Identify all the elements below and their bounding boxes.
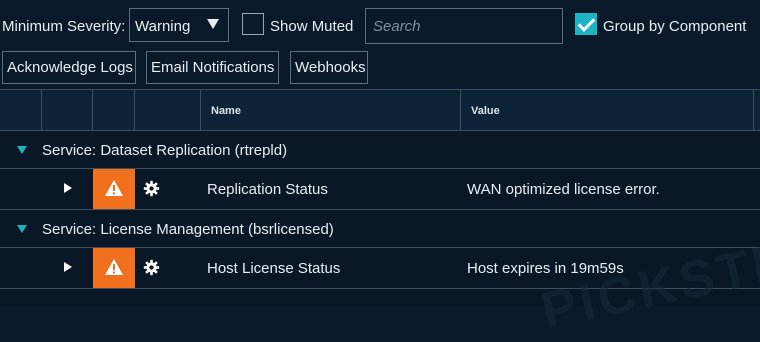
group-by-component-label: Group by Component	[603, 18, 747, 35]
triangle-down-icon[interactable]	[17, 225, 27, 233]
acknowledge-logs-button[interactable]: Acknowledge Logs	[2, 51, 136, 84]
minimum-severity-label: Minimum Severity:	[2, 18, 126, 35]
show-muted-checkbox[interactable]	[242, 13, 264, 35]
row-value: WAN optimized license error.	[467, 181, 660, 198]
column-divider	[460, 90, 461, 131]
group-row[interactable]: Service: Dataset Replication (rtrepld)	[0, 131, 760, 169]
column-divider	[134, 90, 135, 131]
column-header-name[interactable]: Name	[211, 105, 241, 117]
minimum-severity-select[interactable]: Warning	[129, 8, 229, 42]
show-muted-label: Show Muted	[270, 18, 354, 35]
column-divider	[92, 90, 93, 131]
search-input[interactable]	[365, 8, 563, 44]
group-label: Service: Dataset Replication (rtrepld)	[42, 142, 288, 159]
play-icon[interactable]	[64, 183, 72, 193]
gear-icon[interactable]	[143, 180, 160, 197]
webhooks-button[interactable]: Webhooks	[290, 51, 368, 84]
group-by-component-checkbox[interactable]	[575, 13, 597, 35]
play-icon[interactable]	[64, 262, 72, 272]
chevron-down-icon	[207, 19, 219, 29]
severity-badge	[93, 248, 135, 288]
triangle-down-icon[interactable]	[17, 146, 27, 154]
column-divider	[200, 90, 201, 131]
checkmark-icon	[577, 14, 596, 32]
table-row[interactable]: Replication Status WAN optimized license…	[0, 169, 760, 210]
row-name: Host License Status	[207, 260, 341, 277]
column-header-value[interactable]: Value	[471, 105, 500, 117]
row-name: Replication Status	[207, 181, 328, 198]
filter-toolbar: Minimum Severity: Warning Show Muted Gro…	[0, 0, 760, 52]
grid-header: Name Value	[0, 89, 760, 131]
warning-icon	[105, 180, 123, 196]
column-divider	[753, 90, 754, 131]
severity-badge	[93, 169, 135, 209]
group-row[interactable]: Service: License Management (bsrlicensed…	[0, 210, 760, 248]
column-divider	[41, 90, 42, 131]
group-label: Service: License Management (bsrlicensed…	[42, 221, 334, 238]
warning-icon	[105, 259, 123, 275]
severity-value: Warning	[135, 18, 191, 35]
email-notifications-button[interactable]: Email Notifications	[146, 51, 279, 84]
gear-icon[interactable]	[143, 259, 160, 276]
